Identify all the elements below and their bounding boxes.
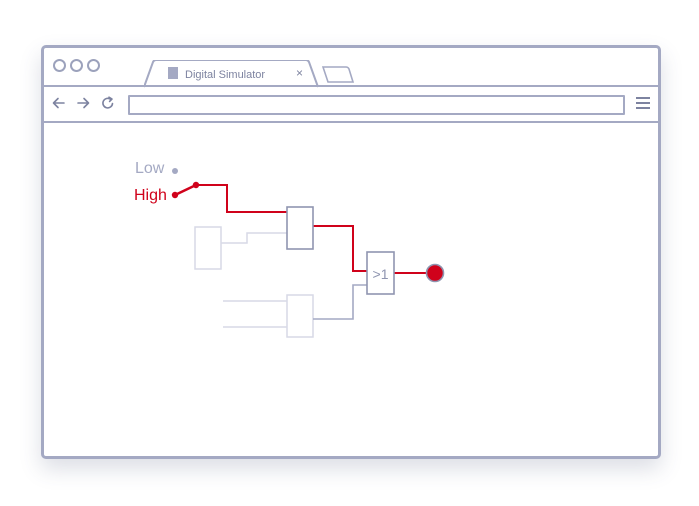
tab-close-icon[interactable]: ×: [296, 67, 303, 79]
menu-icon[interactable]: [636, 97, 650, 109]
wire-lower-to-or: [313, 284, 367, 320]
faded-component[interactable]: [194, 226, 222, 270]
faded-wire-1: [221, 232, 287, 244]
reload-icon[interactable]: [101, 96, 115, 110]
close-window-button[interactable]: [53, 59, 66, 72]
switch-pivot: [192, 181, 200, 189]
forward-arrow-icon[interactable]: [76, 96, 90, 110]
wire-upper-to-or: [313, 225, 367, 272]
minimize-window-button[interactable]: [70, 59, 83, 72]
tab-title: Digital Simulator: [185, 69, 266, 81]
browser-window: Digital Simulator × >1 Low High: [41, 45, 661, 459]
faded-inputs: [223, 300, 287, 328]
switch-lever[interactable]: [173, 183, 198, 197]
wire-switch-to-upper-gate: [196, 184, 287, 213]
switch-low-label: Low: [135, 160, 165, 177]
toolbar: [44, 85, 658, 123]
switch-low-terminal[interactable]: [172, 168, 178, 174]
lower-gate[interactable]: [286, 294, 314, 338]
title-bar: Digital Simulator ×: [44, 48, 658, 88]
back-arrow-icon[interactable]: [52, 96, 66, 110]
output-led: [425, 263, 445, 283]
switch-high-label: High: [134, 187, 167, 204]
new-tab-button[interactable]: [322, 66, 356, 84]
switch-high-terminal[interactable]: [171, 191, 179, 199]
address-bar[interactable]: [128, 95, 625, 115]
simulator-canvas: >1 Low High: [44, 123, 658, 456]
page-icon: [168, 67, 178, 79]
tab-digital-simulator[interactable]: Digital Simulator ×: [144, 60, 322, 88]
upper-gate[interactable]: [286, 206, 314, 250]
or-gate-label: >1: [373, 266, 389, 282]
maximize-window-button[interactable]: [87, 59, 100, 72]
